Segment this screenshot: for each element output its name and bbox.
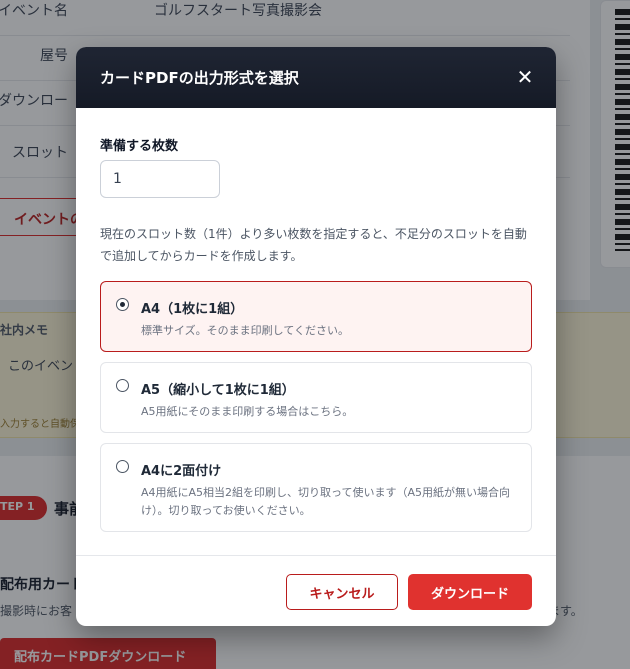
radio-icon[interactable]: [116, 379, 129, 392]
quantity-input[interactable]: [100, 160, 220, 198]
option-title: A4（1枚に1組）: [141, 302, 244, 317]
dialog-title: カードPDFの出力形式を選択: [100, 69, 299, 87]
option-description: A5用紙にそのまま印刷する場合はこちら。: [141, 405, 354, 418]
pdf-format-dialog: カードPDFの出力形式を選択 ✕ 準備する枚数 現在のスロット数（1件）より多い…: [76, 47, 556, 626]
option-a5-reduced[interactable]: A5（縮小して1枚に1組） A5用紙にそのまま印刷する場合はこちら。: [100, 362, 532, 433]
option-title: A5（縮小して1枚に1組）: [141, 383, 295, 398]
option-title: A4に2面付け: [141, 464, 222, 479]
radio-icon[interactable]: [116, 460, 129, 473]
dialog-footer: キャンセル ダウンロード: [76, 555, 556, 626]
quantity-label: 準備する枚数: [100, 139, 179, 154]
cancel-button[interactable]: キャンセル: [286, 574, 398, 610]
dialog-header: カードPDFの出力形式を選択 ✕: [76, 47, 556, 108]
option-a4-single[interactable]: A4（1枚に1組） 標準サイズ。そのまま印刷してください。: [100, 281, 532, 352]
radio-icon[interactable]: [116, 298, 129, 311]
option-a4-two-up[interactable]: A4に2面付け A4用紙にA5相当2組を印刷し、切り取って使います（A5用紙が無…: [100, 443, 532, 532]
download-button[interactable]: ダウンロード: [408, 574, 532, 610]
option-description: 標準サイズ。そのまま印刷してください。: [141, 324, 350, 337]
option-description: A4用紙にA5相当2組を印刷し、切り取って使います（A5用紙が無い場合向け）。切…: [141, 486, 511, 517]
quantity-description: 現在のスロット数（1件）より多い枚数を指定すると、不足分のスロットを自動で追加し…: [100, 227, 527, 263]
close-icon[interactable]: ✕: [512, 65, 538, 91]
